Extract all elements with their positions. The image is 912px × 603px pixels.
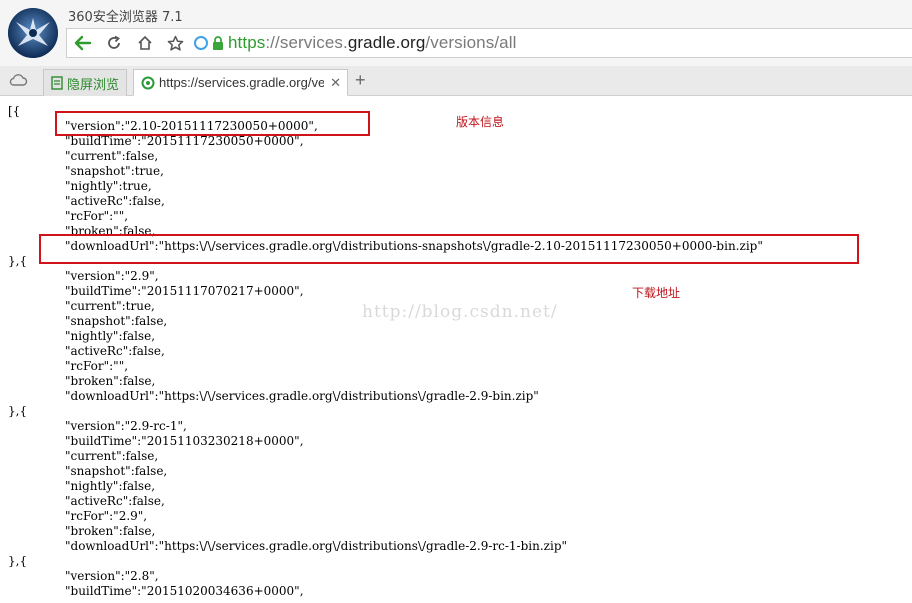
- json-line: "buildTime":"20151103230218+0000",: [65, 434, 304, 448]
- navigation-toolbar: https://services.gradle.org/versions/all: [66, 28, 912, 58]
- cloud-sync-icon[interactable]: [8, 72, 28, 88]
- tab-label: 隐屏浏览: [67, 76, 120, 92]
- tab-bar: 隐屏浏览 https://services.gradle.org/version…: [0, 66, 912, 96]
- url-path: /versions/all: [425, 33, 517, 52]
- refresh-icon: [108, 35, 120, 49]
- url-scheme: https: [228, 33, 266, 52]
- lock-icon: [213, 35, 223, 50]
- json-line: "buildTime":"20151020034636+0000",: [65, 584, 304, 598]
- json-line: "nightly":true,: [65, 179, 152, 193]
- json-line: "snapshot":true,: [65, 164, 164, 178]
- json-line: "version":"2.8",: [65, 569, 159, 583]
- close-tab-icon[interactable]: ✕: [330, 75, 341, 91]
- browser-logo-icon[interactable]: [8, 8, 58, 58]
- address-bar[interactable]: https://services.gradle.org/versions/all: [194, 29, 516, 57]
- tab-label: https://services.gradle.org/versions/all: [159, 75, 324, 90]
- watermark-text: http://blog.csdn.net/: [362, 302, 558, 322]
- json-line: "version":"2.9-rc-1",: [65, 419, 187, 433]
- download-url-highlight-box: [39, 234, 859, 264]
- json-line: "activeRc":false,: [65, 344, 165, 358]
- json-line: "nightly":false,: [65, 479, 156, 493]
- star-icon: [167, 35, 183, 51]
- refresh-button[interactable]: [102, 32, 126, 54]
- json-line: "rcFor":"",: [65, 359, 129, 373]
- version-highlight-box: [55, 111, 370, 136]
- json-line: "rcFor":"2.9",: [65, 509, 148, 523]
- json-line: "broken":false,: [65, 374, 156, 388]
- version-info-annotation: 版本信息: [456, 115, 505, 129]
- json-line: "downloadUrl":"https:\/\/services.gradle…: [65, 389, 539, 403]
- json-line: "version":"2.9",: [65, 269, 159, 283]
- tab-gradle-versions[interactable]: https://services.gradle.org/versions/all…: [133, 69, 348, 96]
- json-line: },{: [8, 404, 28, 418]
- json-line: "nightly":false,: [65, 329, 156, 343]
- back-button[interactable]: [71, 32, 95, 54]
- home-button[interactable]: [133, 32, 157, 54]
- json-line: "downloadUrl":"https:\/\/services.gradle…: [65, 539, 568, 553]
- loading-spinner-icon: [141, 76, 155, 89]
- json-line: "activeRc":false,: [65, 194, 165, 208]
- favorite-button[interactable]: [163, 32, 187, 54]
- url-subdomain: services.: [279, 33, 348, 52]
- new-tab-button[interactable]: +: [355, 70, 366, 90]
- json-line: "buildTime":"20151117230050+0000",: [65, 134, 304, 148]
- json-line: "activeRc":false,: [65, 494, 165, 508]
- page-content: [{"version":"2.10-20151117230050+0000", "…: [0, 96, 912, 603]
- json-response-text: [{"version":"2.10-20151117230050+0000", "…: [8, 104, 763, 599]
- download-url-annotation: 下载地址: [632, 286, 681, 300]
- json-line: },{: [8, 554, 28, 568]
- url-text[interactable]: https://services.gradle.org/versions/all: [228, 33, 516, 53]
- window-title: 360安全浏览器 7.1: [68, 10, 183, 25]
- site-security-icon: [194, 36, 208, 50]
- json-line: "current":false,: [65, 149, 159, 163]
- browser-titlebar: 360安全浏览器 7.1 https://services.gradle.org…: [0, 0, 912, 66]
- json-line: "rcFor":"",: [65, 209, 129, 223]
- url-separator: ://: [265, 33, 280, 52]
- tab-stealth-browse[interactable]: 隐屏浏览: [43, 69, 127, 96]
- url-domain: gradle.org: [347, 33, 426, 52]
- home-icon: [138, 35, 152, 50]
- json-line: "broken":false,: [65, 524, 156, 538]
- back-arrow-icon: [74, 35, 92, 51]
- document-icon: [51, 76, 63, 90]
- json-line: "snapshot":false,: [65, 464, 168, 478]
- json-line: "current":false,: [65, 449, 159, 463]
